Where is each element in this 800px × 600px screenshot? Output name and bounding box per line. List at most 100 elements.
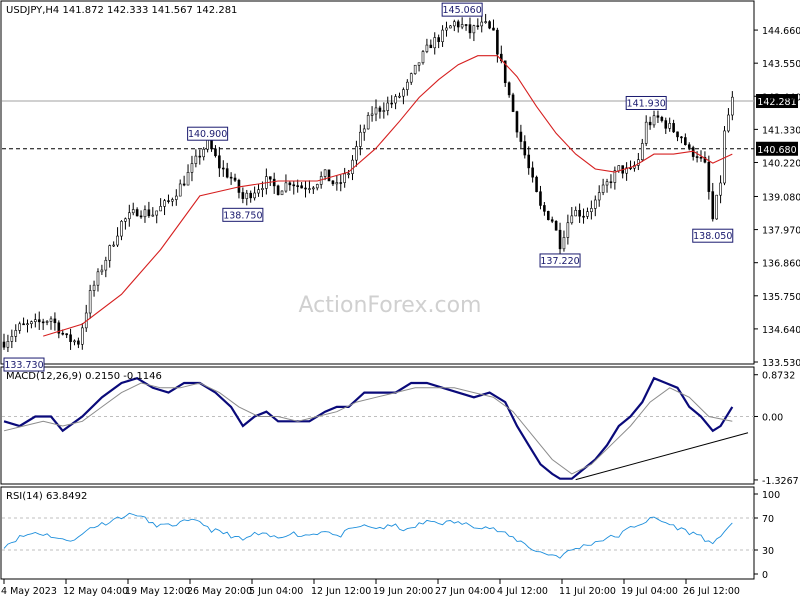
candle-body xyxy=(366,115,370,130)
candle-body xyxy=(507,82,511,96)
price-tick-label: 143.550 xyxy=(762,59,800,70)
macd-indicator: 0.8732 0.00 -1.3267 xyxy=(2,371,799,487)
candle-body xyxy=(413,64,417,74)
candle-body xyxy=(699,156,703,159)
price-tick-label: 140.220 xyxy=(762,158,800,169)
candle-body xyxy=(178,183,182,197)
candle-body xyxy=(253,192,256,199)
candle-body xyxy=(684,137,687,146)
candle-body xyxy=(37,319,41,323)
candle-body xyxy=(69,334,72,342)
candle-body xyxy=(558,229,562,250)
candle-body xyxy=(151,214,155,217)
annotation-137.220: 137.220 xyxy=(540,256,579,267)
rsi-header: RSI(14) 63.8492 xyxy=(6,491,87,502)
candle-body xyxy=(593,199,597,209)
candle-body xyxy=(14,330,18,337)
candle-body xyxy=(296,185,299,187)
annotation-138.750: 138.750 xyxy=(223,210,262,221)
candle-body xyxy=(586,211,589,217)
x-tick-label: 26 Jul 12:00 xyxy=(683,586,740,597)
candle-body xyxy=(672,123,675,133)
candle-body xyxy=(49,318,53,322)
rsi-line xyxy=(3,512,733,559)
candle-body xyxy=(719,182,722,196)
candle-body xyxy=(449,25,452,29)
candle-body xyxy=(124,218,127,222)
macd-panel-frame xyxy=(0,366,755,485)
macd-tick-label: 0.8732 xyxy=(762,371,795,382)
candle-body xyxy=(359,131,362,147)
candle-body xyxy=(640,143,644,160)
candle-body xyxy=(323,169,327,177)
price-tick-label: 142.440 xyxy=(762,92,800,103)
candle-body xyxy=(292,184,296,187)
candle-body xyxy=(374,107,378,115)
candle-body xyxy=(550,219,554,222)
candle-body xyxy=(496,29,499,55)
candle-body xyxy=(147,209,151,217)
candle-body xyxy=(554,220,558,231)
x-tick-label: 4 Jul 12:00 xyxy=(497,586,548,597)
macd-trendline xyxy=(575,432,749,481)
rsi-tick-label: 0 xyxy=(762,570,768,581)
candle-body xyxy=(617,165,621,172)
price-tick-label: 144.660 xyxy=(762,26,800,37)
candle-body xyxy=(65,333,68,336)
candle-body xyxy=(519,131,523,142)
price-tick-label: 134.640 xyxy=(762,325,800,336)
candle-body xyxy=(163,200,166,207)
candle-body xyxy=(711,191,715,220)
candle-body xyxy=(18,323,21,331)
candle-body xyxy=(280,190,284,196)
candle-body xyxy=(214,148,217,157)
candle-body xyxy=(601,184,605,193)
candle-body xyxy=(652,115,656,126)
candle-body xyxy=(562,237,566,250)
candle-body xyxy=(347,173,350,175)
macd-header: MACD(12,26,9) 0.2150 -0.1146 xyxy=(6,371,162,382)
candle-body xyxy=(535,176,538,193)
candle-body xyxy=(445,27,448,31)
candle-body xyxy=(378,107,382,112)
candle-body xyxy=(351,159,354,174)
candle-body xyxy=(304,187,307,190)
price-tick-label: 133.530 xyxy=(762,358,800,369)
candle-body xyxy=(112,244,115,247)
chart-canvas: ActionForex.com 133.730 140.900 138.750 145… xyxy=(0,0,800,597)
candle-body xyxy=(727,114,730,132)
candle-body xyxy=(77,340,80,345)
candle-body xyxy=(186,172,190,186)
rsi-tick-label: 70 xyxy=(762,514,774,525)
rsi-tick-label: 30 xyxy=(762,546,774,557)
candle-body xyxy=(597,192,601,201)
watermark: ActionForex.com xyxy=(299,293,482,318)
candle-body xyxy=(464,24,468,26)
candle-body xyxy=(609,181,613,184)
rsi-panel-frame xyxy=(0,486,755,580)
candle-body xyxy=(143,209,147,218)
candle-body xyxy=(61,332,65,335)
candle-body xyxy=(676,131,679,138)
candle-body xyxy=(370,113,374,116)
candle-body xyxy=(484,21,487,23)
candle-body xyxy=(308,188,311,190)
candle-body xyxy=(390,102,393,105)
candle-body xyxy=(437,37,440,43)
candle-body xyxy=(300,185,303,189)
candle-body xyxy=(476,25,480,27)
candle-body xyxy=(687,144,691,148)
candle-body xyxy=(135,209,139,217)
candle-body xyxy=(194,155,198,164)
annotation-140.900: 140.900 xyxy=(188,129,227,140)
candle-body xyxy=(402,89,405,97)
candle-body xyxy=(468,24,472,34)
candle-body xyxy=(480,21,484,27)
price-tick-label: 136.860 xyxy=(762,259,800,270)
candle-body xyxy=(327,169,331,182)
candle-body xyxy=(668,123,671,129)
candle-body xyxy=(648,121,652,126)
x-tick-label: 19 Jun 20:00 xyxy=(373,586,433,597)
candle-body xyxy=(409,73,413,83)
candle-body xyxy=(288,182,292,186)
